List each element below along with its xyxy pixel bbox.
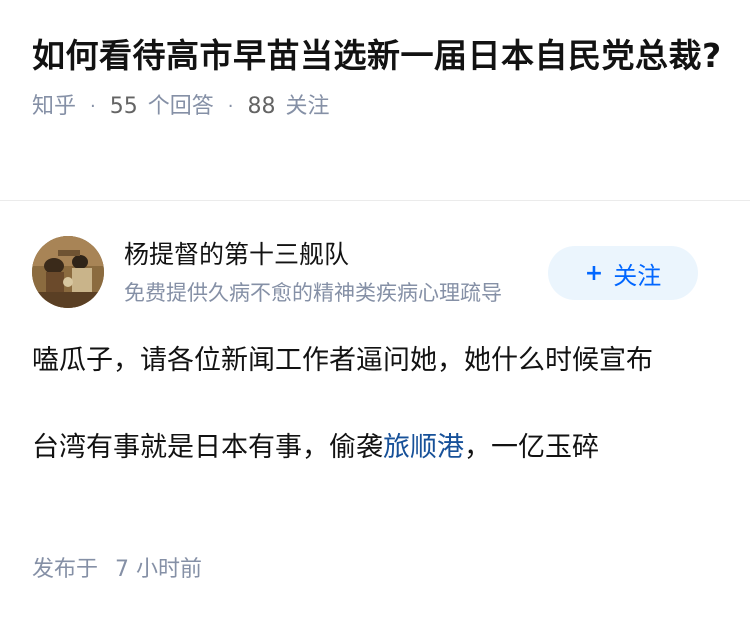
plus-icon: + [584, 260, 604, 286]
separator-dot: · [227, 96, 234, 117]
source-label[interactable]: 知乎 [32, 92, 76, 122]
question-title[interactable]: 如何看待高市早苗当选新一届日本自民党总裁? [32, 30, 722, 82]
question-header: 如何看待高市早苗当选新一届日本自民党总裁? 知乎 · 55 个回答 · 88 关… [32, 30, 722, 122]
answer-text: ，一亿玉碎 [464, 432, 599, 463]
publish-time-value: 7 小时前 [115, 557, 203, 582]
answer-count-label[interactable]: 个回答 [148, 92, 214, 122]
follower-count-label[interactable]: 关注 [286, 92, 330, 122]
author-name[interactable]: 杨提督的第十三舰队 [124, 238, 349, 272]
painting-avatar-icon [32, 236, 104, 308]
separator-dot: · [90, 96, 96, 117]
follow-button-label: 关注 [613, 261, 662, 290]
author-row: 杨提督的第十三舰队 免费提供久病不愈的精神类疾病心理疏导 + 关注 [32, 236, 722, 308]
publish-time: 发布于 7 小时前 [32, 554, 202, 586]
publish-label: 发布于 [32, 557, 99, 582]
author-bio: 免费提供久病不愈的精神类疾病心理疏导 [124, 281, 502, 305]
answer-count: 55 [109, 94, 138, 119]
section-divider [0, 200, 750, 201]
answer-paragraph: 嗑瓜子，请各位新闻工作者逼问她，她什么时候宣布 [32, 345, 653, 376]
keyword-link[interactable]: 旅顺港 [383, 432, 464, 463]
follow-button[interactable]: + 关注 [548, 246, 698, 300]
answer-content: 嗑瓜子，请各位新闻工作者逼问她，她什么时候宣布 台湾有事就是日本有事，偷袭旅顺港… [32, 338, 722, 470]
question-meta: 知乎 · 55 个回答 · 88 关注 [32, 92, 722, 122]
answer-text: 台湾有事就是日本有事，偷袭 [32, 432, 383, 463]
follower-count: 88 [247, 94, 276, 119]
author-avatar[interactable] [32, 236, 104, 308]
answer-paragraph: 台湾有事就是日本有事，偷袭旅顺港，一亿玉碎 [32, 425, 722, 470]
